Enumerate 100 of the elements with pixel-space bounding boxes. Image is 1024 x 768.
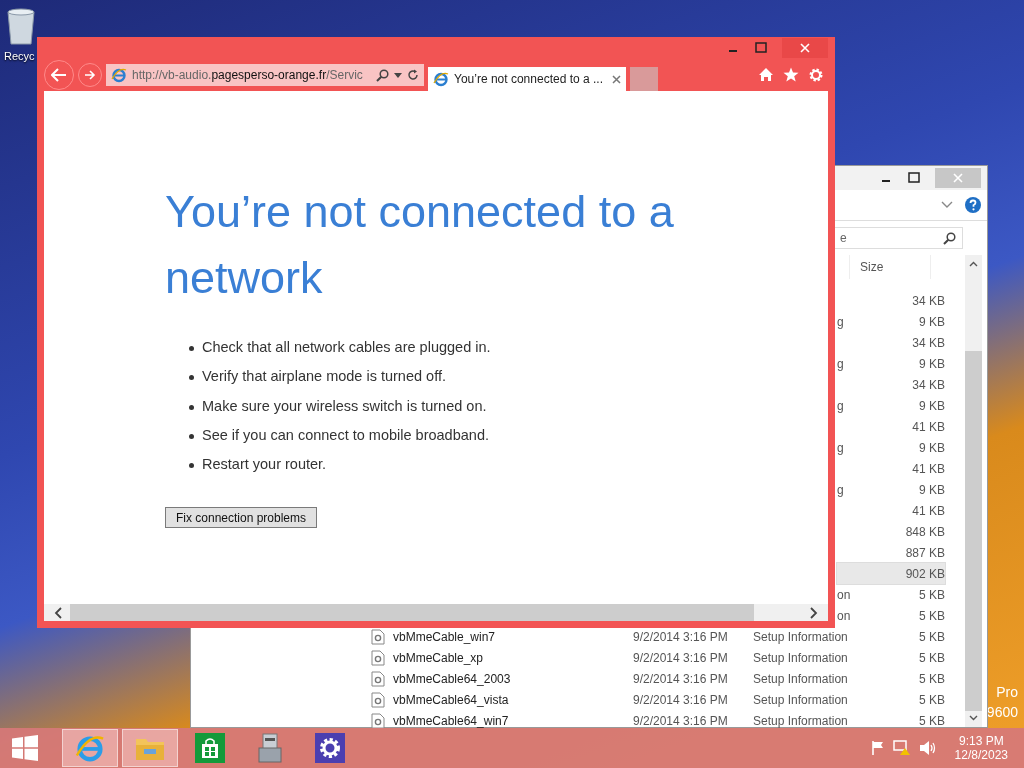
- maximize-icon[interactable]: [907, 171, 921, 185]
- tab-title: You’re not connected to a ...: [454, 72, 604, 86]
- search-icon[interactable]: [376, 68, 389, 82]
- settings-file-icon: [371, 628, 385, 645]
- star-icon[interactable]: [783, 67, 799, 82]
- speaker-icon[interactable]: [918, 740, 937, 756]
- flag-icon[interactable]: [870, 740, 885, 756]
- file-size: 41 KB: [912, 419, 945, 434]
- file-row[interactable]: vbMmeCable64_win7 9/2/2014 3:16 PM Setup Information 5 KB: [371, 710, 945, 731]
- file-row[interactable]: vbMmeCable_xp 9/2/2014 3:16 PM Setup Information 5 KB: [371, 647, 945, 668]
- help-icon[interactable]: [965, 197, 981, 213]
- settings-icon[interactable]: [808, 67, 824, 83]
- close-icon: [953, 173, 963, 183]
- file-date: 9/2/2014 3:16 PM: [633, 671, 728, 686]
- file-date: 9/2/2014 3:16 PM: [633, 692, 728, 707]
- settings-file-icon: [371, 670, 385, 687]
- file-row[interactable]: g 9 KB: [837, 395, 945, 416]
- tip-text: Check that all network cables are plugged in.: [202, 339, 491, 357]
- file-type: on: [837, 587, 851, 602]
- file-date: 9/2/2014 3:16 PM: [633, 629, 728, 644]
- file-size: 902 KB: [905, 566, 945, 581]
- shopping-bag-icon: [195, 733, 225, 763]
- column-header[interactable]: Size: [849, 255, 931, 279]
- file-size: 848 KB: [905, 524, 945, 539]
- close-button[interactable]: [782, 38, 828, 58]
- close-icon: [800, 43, 810, 53]
- tip-text: Verify that airplane mode is turned off.: [202, 368, 446, 387]
- file-row[interactable]: on 5 KB: [837, 605, 945, 626]
- file-type: g: [837, 356, 844, 371]
- selected-file-row[interactable]: 902 KB: [837, 563, 945, 584]
- address-bar[interactable]: http://vb-audio.pagesperso-orange.fr/Servic: [106, 64, 424, 86]
- file-size: 9 KB: [919, 482, 945, 497]
- file-row[interactable]: 34 KB: [837, 332, 945, 353]
- desktop-icon-label[interactable]: Recyc: [4, 50, 35, 62]
- left-arrow-icon: [51, 68, 67, 82]
- file-name: vbMmeCable64_vista: [393, 692, 509, 707]
- bullet-icon: [189, 463, 194, 469]
- file-row[interactable]: 41 KB: [837, 458, 945, 479]
- scroll-up-icon[interactable]: [969, 261, 978, 267]
- file-name: vbMmeCable_xp: [393, 650, 484, 665]
- file-date: 9/2/2014 3:16 PM: [633, 713, 728, 728]
- file-type: Setup Information: [753, 629, 848, 644]
- file-type: Setup Information: [753, 692, 848, 707]
- file-date: 9/2/2014 3:16 PM: [633, 650, 728, 665]
- close-icon[interactable]: [612, 74, 621, 84]
- file-row[interactable]: on 5 KB: [837, 584, 945, 605]
- scroll-right-icon[interactable]: [810, 606, 818, 619]
- file-size: 5 KB: [918, 650, 945, 665]
- search-field[interactable]: e: [833, 227, 963, 249]
- clock-date: 12/8/2023: [954, 748, 1008, 762]
- file-name: vbMmeCable64_win7: [393, 713, 509, 728]
- search-icon[interactable]: [943, 232, 956, 245]
- scroll-down-icon[interactable]: [969, 715, 978, 721]
- tip-text: Restart your router.: [202, 456, 327, 475]
- dropdown-caret-icon[interactable]: [394, 72, 402, 78]
- scroll-left-icon[interactable]: [54, 606, 62, 619]
- file-size: 9 KB: [919, 440, 945, 455]
- horizontal-scrollbar[interactable]: [44, 604, 828, 621]
- file-row[interactable]: vbMmeCable64_vista 9/2/2014 3:16 PM Setup Information 5 KB: [371, 689, 945, 710]
- file-size: 5 KB: [918, 629, 945, 644]
- file-row[interactable]: vbMmeCable_win7 9/2/2014 3:16 PM Setup Information 5 KB: [371, 626, 945, 647]
- refresh-icon[interactable]: [407, 69, 419, 81]
- vertical-scrollbar[interactable]: [965, 255, 982, 727]
- settings-file-icon: [371, 691, 385, 708]
- bullet-icon: [189, 404, 194, 410]
- file-size: 34 KB: [912, 377, 945, 392]
- file-row[interactable]: 41 KB: [837, 416, 945, 437]
- file-row[interactable]: g 9 KB: [837, 437, 945, 458]
- browser-logo-icon: [75, 733, 105, 763]
- home-icon[interactable]: [758, 67, 774, 82]
- settings-file-icon: [371, 649, 385, 666]
- file-row[interactable]: 887 KB: [837, 542, 945, 563]
- windows-logo-icon[interactable]: [12, 735, 38, 761]
- file-row[interactable]: 34 KB: [837, 374, 945, 395]
- file-row[interactable]: g 9 KB: [837, 311, 945, 332]
- file-size: 5 KB: [919, 608, 945, 623]
- maximize-icon[interactable]: [754, 41, 768, 55]
- file-row[interactable]: 34 KB: [837, 290, 945, 311]
- file-row[interactable]: g 9 KB: [837, 353, 945, 374]
- file-row[interactable]: 41 KB: [837, 500, 945, 521]
- printer-icon: [255, 732, 285, 764]
- file-size: 34 KB: [912, 335, 945, 350]
- file-size: 5 KB: [918, 713, 945, 728]
- chevron-down-icon[interactable]: [941, 201, 953, 209]
- watermark-text: 9600: [986, 704, 1018, 720]
- file-size: 5 KB: [918, 671, 945, 686]
- file-size: 9 KB: [919, 356, 945, 371]
- file-size: 887 KB: [905, 545, 945, 560]
- recycle-bin-icon[interactable]: [4, 6, 38, 46]
- fix-connection-button[interactable]: Fix connection problems: [165, 507, 317, 529]
- file-row[interactable]: g 9 KB: [837, 479, 945, 500]
- file-size: 5 KB: [918, 692, 945, 707]
- network-warning-icon[interactable]: [892, 740, 911, 756]
- url-text[interactable]: http://vb-audio.pagesperso-orange.fr/Servic: [132, 68, 371, 82]
- browser-tab[interactable]: You’re not connected to a ...: [428, 67, 626, 91]
- file-row[interactable]: 848 KB: [837, 521, 945, 542]
- file-row[interactable]: vbMmeCable64_2003 9/2/2014 3:16 PM Setup Information 5 KB: [371, 668, 945, 689]
- file-size: 41 KB: [912, 461, 945, 476]
- file-name: vbMmeCable64_2003: [393, 671, 511, 686]
- file-size: 5 KB: [919, 587, 945, 602]
